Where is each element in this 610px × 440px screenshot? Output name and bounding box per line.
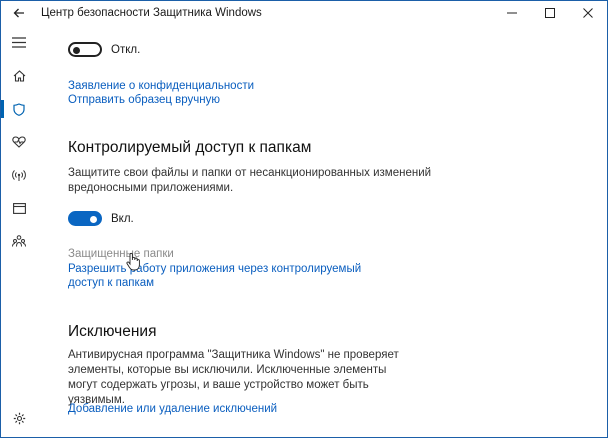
cfa-heading: Контролируемый доступ к папкам — [68, 139, 312, 156]
allow-app-link-line1[interactable]: Разрешить работу приложения через контро… — [68, 262, 361, 277]
nav-device-health[interactable] — [1, 127, 37, 157]
window-title: Центр безопасности Защитника Windows — [41, 7, 262, 19]
add-remove-exclusions-link[interactable]: Добавление или удаление исключений — [68, 402, 277, 417]
gear-icon — [13, 412, 25, 424]
nav-app-browser-control[interactable] — [1, 193, 37, 223]
back-arrow-icon — [13, 8, 24, 18]
nav-settings[interactable] — [1, 403, 37, 433]
shield-icon — [13, 102, 25, 116]
cfa-toggle-row: Вкл. — [68, 211, 134, 226]
cloud-protection-toggle-row: Откл. — [68, 42, 140, 57]
browser-window-icon — [12, 202, 26, 214]
cfa-toggle-label: Вкл. — [111, 212, 134, 225]
send-sample-link[interactable]: Отправить образец вручную — [68, 93, 220, 108]
privacy-statement-link[interactable]: Заявление о конфиденциальности — [68, 79, 254, 94]
hamburger-menu-button[interactable] — [1, 27, 37, 57]
nav-firewall-network[interactable] — [1, 160, 37, 190]
top-toggle-switch[interactable] — [68, 42, 102, 57]
hand-cursor-icon — [126, 252, 140, 271]
nav-family-options[interactable] — [1, 226, 37, 256]
main-content: Откл. Заявление о конфиденциальности Отп… — [68, 25, 607, 437]
exclusions-description: Антивирусная программа "Защитника Window… — [68, 349, 399, 406]
menu-icon — [12, 36, 26, 48]
wireless-icon — [12, 170, 26, 181]
minimize-button[interactable] — [493, 1, 531, 25]
nav-home[interactable] — [1, 61, 37, 91]
close-icon — [583, 8, 593, 18]
protected-folders-link[interactable]: Защищенные папки — [68, 248, 174, 260]
heart-icon — [12, 136, 26, 148]
family-icon — [12, 235, 26, 247]
top-toggle-label: Откл. — [111, 43, 141, 56]
exclusions-heading: Исключения — [68, 323, 157, 340]
back-button[interactable] — [1, 1, 37, 25]
cfa-description: Защитите свои файлы и папки от несанкцио… — [68, 167, 432, 194]
home-icon — [13, 70, 25, 82]
minimize-icon — [507, 12, 517, 14]
navigation-rail — [1, 25, 37, 437]
title-bar: Центр безопасности Защитника Windows — [1, 1, 607, 25]
close-button[interactable] — [569, 1, 607, 25]
nav-virus-protection[interactable] — [1, 94, 37, 124]
cfa-toggle-switch[interactable] — [68, 211, 102, 226]
app-window: Центр безопасности Защитника Windows Отк… — [0, 0, 608, 438]
maximize-button[interactable] — [531, 1, 569, 25]
maximize-icon — [545, 8, 555, 18]
allow-app-link-line2[interactable]: доступ к папкам — [68, 276, 154, 291]
